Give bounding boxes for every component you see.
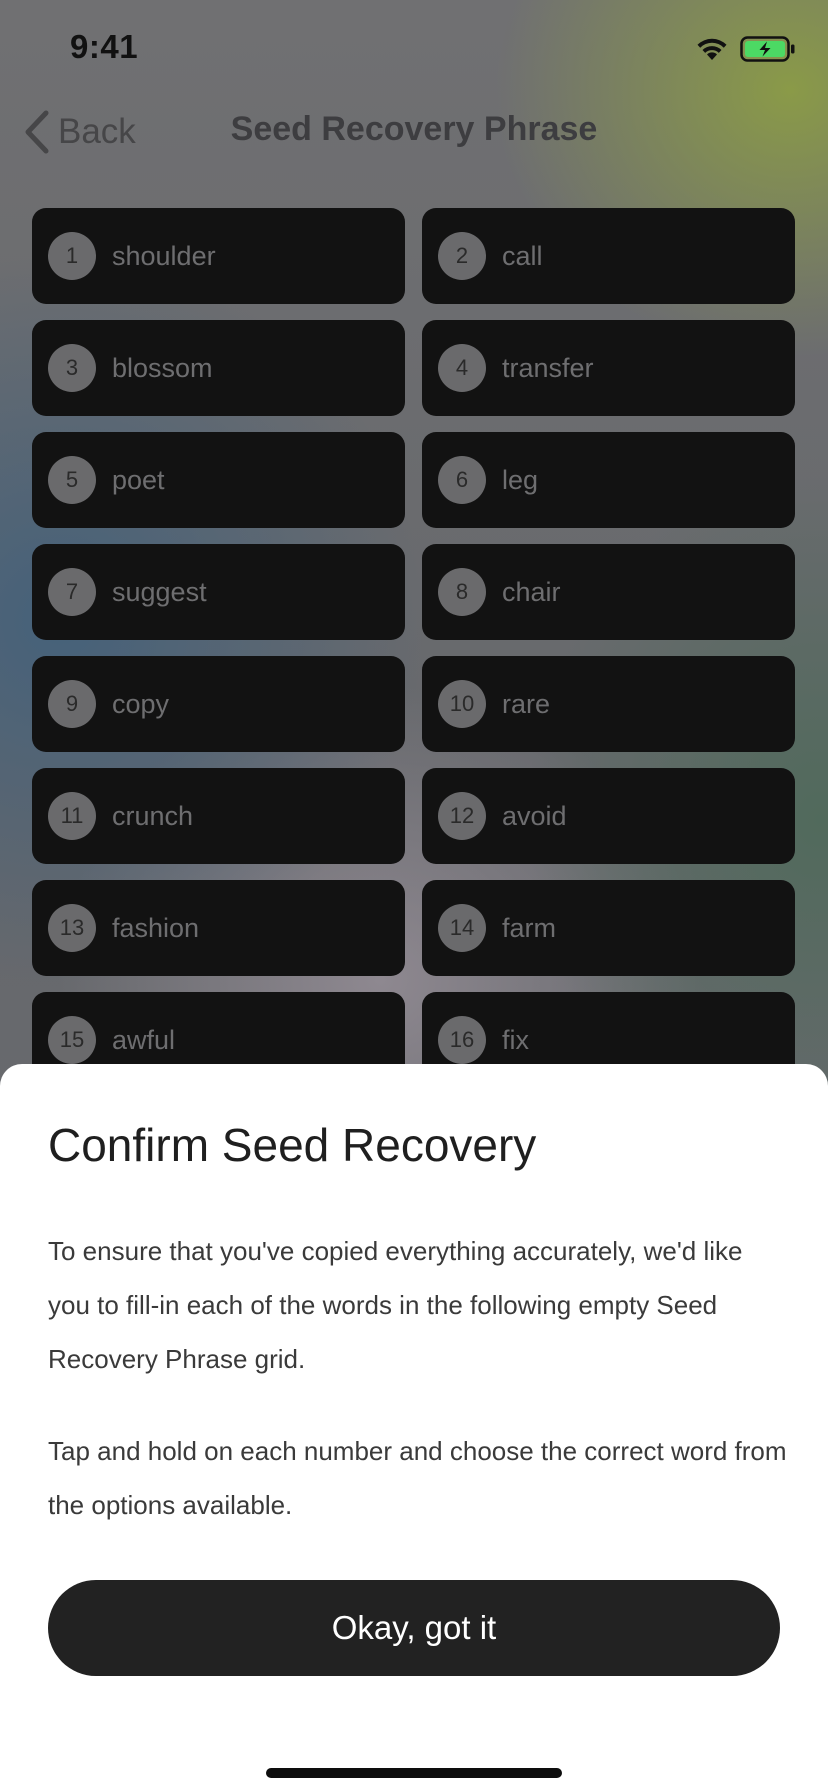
word-number-badge: 7 xyxy=(48,568,96,616)
seed-word: awful xyxy=(112,1024,176,1055)
word-number-badge: 14 xyxy=(438,904,486,952)
screen: 9:41 Back Seed Recovery Phrase 1 shoulder… xyxy=(0,0,828,1792)
seed-word: fashion xyxy=(112,912,200,943)
sheet-description: To ensure that you've copied everything … xyxy=(48,1236,743,1374)
seed-word: leg xyxy=(502,464,539,495)
wifi-icon xyxy=(697,38,727,60)
word-number-badge: 10 xyxy=(438,680,486,728)
seed-word: shoulder xyxy=(112,240,216,271)
seed-word-cell[interactable]: 6 leg xyxy=(422,432,795,528)
seed-word-cell[interactable]: 1 shoulder xyxy=(32,208,405,304)
okay-got-it-button[interactable]: Okay, got it xyxy=(48,1580,780,1676)
seed-word: copy xyxy=(112,688,170,719)
seed-word: fix xyxy=(502,1024,529,1055)
seed-word: transfer xyxy=(502,352,594,383)
seed-word-cell[interactable]: 13 fashion xyxy=(32,880,405,976)
word-number-badge: 9 xyxy=(48,680,96,728)
word-number-badge: 2 xyxy=(438,232,486,280)
seed-word: blossom xyxy=(112,352,213,383)
seed-word: call xyxy=(502,240,543,271)
home-indicator[interactable] xyxy=(266,1768,562,1778)
status-bar: 9:41 xyxy=(0,0,828,100)
seed-word-grid: 1 shoulder 2 call 3 blossom 4 transfer 5 poet… xyxy=(32,208,796,1088)
seed-word-cell[interactable]: 10 rare xyxy=(422,656,795,752)
sheet-title: Confirm Seed Recovery xyxy=(48,1119,537,1171)
word-number-badge: 5 xyxy=(48,456,96,504)
seed-word-cell[interactable]: 8 chair xyxy=(422,544,795,640)
seed-word-cell[interactable]: 14 farm xyxy=(422,880,795,976)
sheet-instructions: Tap and hold on each number and choose t… xyxy=(48,1436,787,1520)
status-time: 9:41 xyxy=(70,28,139,65)
confirm-bottom-sheet: Confirm Seed Recovery To ensure that you… xyxy=(0,1064,828,1792)
seed-word-cell[interactable]: 3 blossom xyxy=(32,320,405,416)
seed-word: rare xyxy=(502,688,551,719)
battery-charging-icon xyxy=(740,36,795,62)
word-number-badge: 13 xyxy=(48,904,96,952)
word-number-badge: 15 xyxy=(48,1016,96,1064)
seed-word: chair xyxy=(502,576,561,607)
word-number-badge: 11 xyxy=(48,792,96,840)
word-number-badge: 8 xyxy=(438,568,486,616)
seed-word: crunch xyxy=(112,800,194,831)
seed-word-cell[interactable]: 5 poet xyxy=(32,432,405,528)
seed-word-cell[interactable]: 11 crunch xyxy=(32,768,405,864)
word-number-badge: 4 xyxy=(438,344,486,392)
seed-word: poet xyxy=(112,464,165,495)
seed-word-cell[interactable]: 7 suggest xyxy=(32,544,405,640)
word-number-badge: 16 xyxy=(438,1016,486,1064)
seed-word: suggest xyxy=(112,576,207,607)
word-number-badge: 12 xyxy=(438,792,486,840)
seed-word-cell[interactable]: 2 call xyxy=(422,208,795,304)
seed-word-cell[interactable]: 4 transfer xyxy=(422,320,795,416)
seed-word: farm xyxy=(502,912,556,943)
seed-word: avoid xyxy=(502,800,567,831)
seed-word-cell[interactable]: 9 copy xyxy=(32,656,405,752)
page-title: Seed Recovery Phrase xyxy=(230,110,598,148)
word-number-badge: 3 xyxy=(48,344,96,392)
seed-word-cell[interactable]: 12 avoid xyxy=(422,768,795,864)
word-number-badge: 6 xyxy=(438,456,486,504)
word-number-badge: 1 xyxy=(48,232,96,280)
